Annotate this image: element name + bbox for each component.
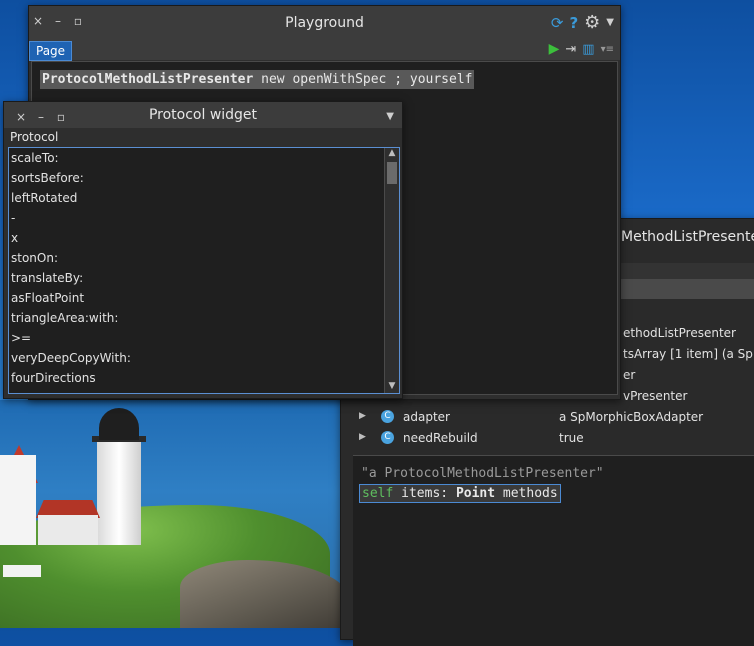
minimize-icon[interactable]: – — [49, 14, 67, 28]
list-item[interactable]: leftRotated — [9, 188, 399, 208]
code-expression[interactable]: self items: Point methods — [359, 484, 561, 503]
dropdown-arrow-icon[interactable]: ▼ — [606, 17, 614, 28]
table-row[interactable]: ▶ C needRebuild true — [341, 428, 754, 449]
self-keyword: self — [362, 486, 394, 501]
export-icon[interactable]: ⇥ — [565, 42, 576, 57]
code-rest-text: new openWithSpec ; yourself — [261, 72, 473, 87]
list-item[interactable]: fourDirections — [9, 368, 399, 388]
list-item[interactable]: veryDeepCopyWith: — [9, 348, 399, 368]
maximize-icon[interactable]: ▫ — [52, 110, 70, 124]
list-item[interactable]: asFloatPoint — [9, 288, 399, 308]
list-item[interactable]: - — [9, 208, 399, 228]
protocol-titlebar[interactable]: × – ▫ Protocol widget ▼ — [4, 102, 402, 128]
inspector-toolbar — [616, 263, 754, 279]
dropdown-arrow-icon[interactable]: ▼ — [386, 111, 394, 122]
run-icon[interactable]: ▶ — [549, 41, 560, 57]
protocol-widget-window: × – ▫ Protocol widget ▼ Protocol scaleTo… — [3, 101, 403, 399]
class-c-icon: C — [381, 431, 394, 444]
window-title: Playground — [285, 15, 364, 31]
lighthouse-lantern — [99, 408, 139, 440]
protocol-label: Protocol — [10, 130, 59, 144]
inspector-title: MethodListPresenter — [621, 229, 754, 245]
class-c-icon: C — [381, 410, 394, 423]
list-item[interactable]: >= — [9, 328, 399, 348]
code-line[interactable]: ProtocolMethodListPresenter new openWith… — [40, 70, 475, 89]
lighthouse-image — [97, 440, 141, 545]
expand-triangle-icon[interactable]: ▶ — [359, 432, 366, 442]
panel-icon[interactable]: ▥ — [582, 42, 594, 57]
sign-image — [3, 565, 41, 577]
scroll-down-icon[interactable]: ▼ — [385, 381, 399, 393]
playground-titlebar[interactable]: × – ▫ Playground ⟳ ? ⚙ ▼ — [29, 6, 620, 40]
scroll-thumb[interactable] — [387, 162, 397, 184]
vertical-scrollbar[interactable]: ▲ ▼ — [384, 148, 399, 393]
list-item[interactable]: triangleArea:with: — [9, 308, 399, 328]
menu-list-icon[interactable]: ▾≡ — [601, 44, 614, 55]
list-item[interactable]: scaleTo: — [9, 148, 399, 168]
house-image — [0, 455, 36, 545]
list-item[interactable]: sortsBefore: — [9, 168, 399, 188]
list-item[interactable]: translateBy: — [9, 268, 399, 288]
maximize-icon[interactable]: ▫ — [69, 14, 87, 28]
row-value: a SpMorphicBoxAdapter — [559, 410, 704, 424]
inspector-code-pane[interactable]: "a ProtocolMethodListPresenter" self ite… — [353, 455, 754, 646]
row-value: true — [559, 431, 584, 445]
row-name: adapter — [403, 410, 450, 424]
list-item[interactable]: x — [9, 228, 399, 248]
house-image-2 — [38, 515, 98, 545]
close-icon[interactable]: × — [12, 110, 30, 124]
inspector-tabs[interactable] — [616, 279, 754, 299]
class-name-text: ProtocolMethodListPresenter — [42, 72, 254, 87]
expand-triangle-icon[interactable]: ▶ — [359, 411, 366, 421]
row-name: needRebuild — [403, 431, 478, 445]
gear-icon[interactable]: ⚙ — [584, 12, 600, 33]
close-icon[interactable]: × — [29, 14, 47, 28]
help-icon[interactable]: ? — [569, 14, 578, 32]
argument-text: Point — [455, 486, 496, 501]
minimize-icon[interactable]: – — [32, 110, 50, 124]
list-item[interactable]: stonOn: — [9, 248, 399, 268]
selector-text: items: — [401, 486, 449, 501]
scroll-up-icon[interactable]: ▲ — [385, 148, 399, 160]
table-row[interactable]: ▶ C adapter a SpMorphicBoxAdapter — [341, 407, 754, 428]
code-comment: "a ProtocolMethodListPresenter" — [361, 466, 604, 481]
sync-icon[interactable]: ⟳ — [551, 14, 564, 32]
protocol-list[interactable]: scaleTo: sortsBefore: leftRotated - x st… — [8, 147, 400, 394]
tab-bar: Page ▶ ⇥ ▥ ▾≡ — [29, 40, 620, 61]
message-text: methods — [502, 486, 558, 501]
tab-page[interactable]: Page — [29, 41, 73, 61]
